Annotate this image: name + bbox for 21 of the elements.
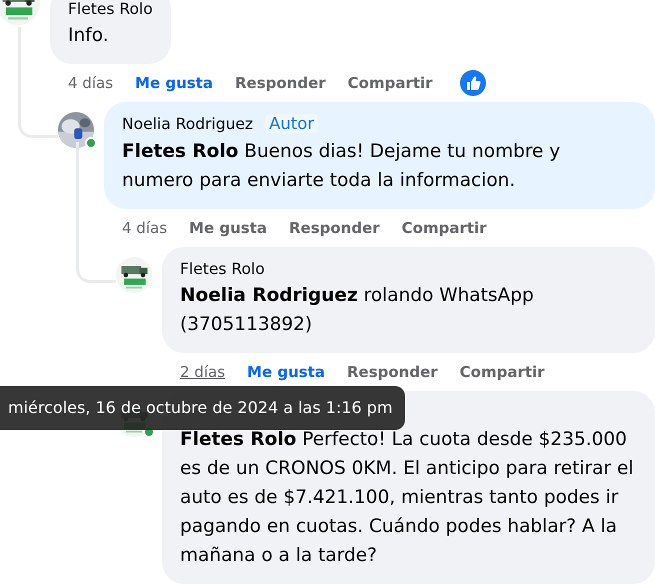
timestamp-link[interactable]: 4 días: [122, 216, 168, 239]
author-name[interactable]: Fletes Rolo: [68, 0, 153, 18]
date-tooltip: miércoles, 16 de octubre de 2024 a las 1:16 pm: [0, 386, 405, 430]
author-label: Autor: [265, 114, 318, 133]
reply-button[interactable]: Responder: [288, 216, 380, 239]
comment-text: Noelia Rodriguez rolando WhatsApp (3705113892): [180, 284, 535, 337]
like-button[interactable]: Me gusta: [135, 72, 213, 94]
like-button[interactable]: Me gusta: [247, 360, 325, 383]
timestamp-link[interactable]: 4 días: [68, 72, 114, 94]
like-button[interactable]: Me gusta: [189, 216, 267, 239]
share-button[interactable]: Compartir: [348, 72, 433, 94]
share-button[interactable]: Compartir: [402, 216, 487, 239]
share-button[interactable]: Compartir: [460, 360, 545, 383]
author-name[interactable]: Noelia Rodriguez: [122, 115, 254, 133]
author-name[interactable]: Fletes Rolo: [180, 260, 265, 278]
comment-text: Fletes Rolo Perfecto! La cuota desde $235.000 es de un CRONOS 0KM. El anticipo para retirar el auto es de $7.421.100, mientras tanto podes ir pagando en cuotas. Cuándo podes hablar? A la mañana o a la tarde?: [180, 428, 634, 568]
timestamp-link[interactable]: 2 días: [180, 360, 226, 383]
reply-button[interactable]: Responder: [234, 72, 326, 94]
comment-text: Fletes Rolo Buenos dias! Dejame tu nombre y numero para enviarte toda la informacion.: [122, 140, 562, 193]
comment-text: Info.: [68, 24, 110, 48]
reply-button[interactable]: Responder: [346, 360, 438, 383]
